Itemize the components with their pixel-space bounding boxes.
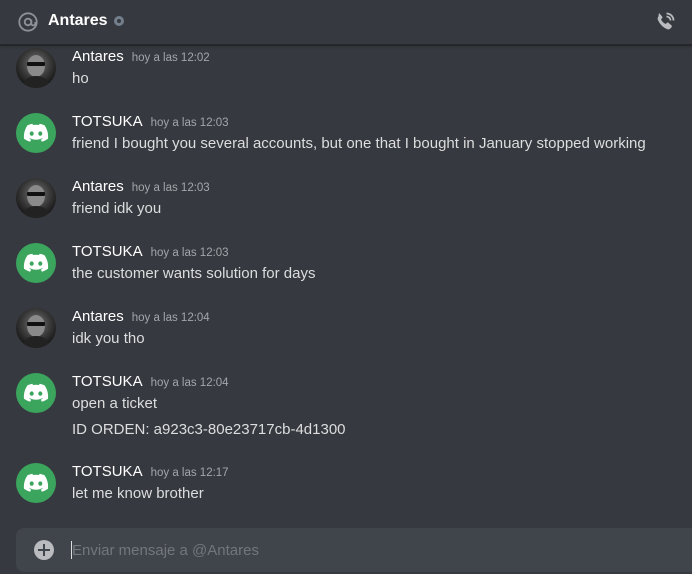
message-text: friend idk you [72,200,162,217]
message-timestamp: hoy a las 12:03 [150,247,229,259]
channel-header: Antares [0,0,692,45]
discord-logo-icon [23,473,49,492]
message-text: ho [72,70,89,87]
message-header: TOTSUKA hoy a las 12:03 [72,242,229,263]
discord-logo-icon [23,253,49,272]
message-timestamp: hoy a las 12:04 [150,377,229,389]
message-header: Antares hoy a las 12:03 [72,177,210,198]
message-header: TOTSUKA hoy a las 12:03 [72,112,229,133]
discord-logo-avatar[interactable] [16,373,56,413]
message-text: open a ticket [72,395,158,412]
author-name[interactable]: Antares [72,177,124,197]
message-timestamp: hoy a las 12:03 [131,182,210,194]
message-text: the customer wants solution for days [72,265,316,282]
author-name[interactable]: Antares [72,47,124,67]
user-photo-avatar[interactable] [16,48,56,88]
message-timestamp: hoy a las 12:03 [150,117,229,129]
author-name[interactable]: TOTSUKA [72,372,143,392]
dm-chat-window: Antares Antares hoy a las 12:02 ho TOTSU… [0,0,692,574]
author-name[interactable]: TOTSUKA [72,462,143,482]
message-timestamp: hoy a las 12:17 [150,467,229,479]
at-icon [18,12,38,32]
plus-circle-icon[interactable] [34,540,54,560]
author-name[interactable]: TOTSUKA [72,112,143,132]
author-name[interactable]: Antares [72,307,124,327]
message-text: ID ORDEN: a923c3-80e23717cb-4d1300 [72,421,346,438]
discord-logo-icon [23,123,49,142]
message-header: Antares hoy a las 12:04 [72,307,210,328]
message-text: idk you tho [72,330,145,347]
message-timestamp: hoy a las 12:04 [131,312,210,324]
message-timestamp: hoy a las 12:02 [131,52,210,64]
message-header: TOTSUKA hoy a las 12:17 [72,462,229,483]
discord-logo-avatar[interactable] [16,113,56,153]
channel-title: Antares [48,12,108,29]
discord-logo-avatar[interactable] [16,243,56,283]
discord-logo-avatar[interactable] [16,463,56,503]
user-photo-avatar[interactable] [16,308,56,348]
message-header: Antares hoy a las 12:02 [72,47,210,68]
message-list: Antares hoy a las 12:02 ho TOTSUKA hoy a… [0,45,692,525]
message-input[interactable] [72,528,672,572]
phone-call-icon[interactable] [653,10,677,34]
message-text: friend I bought you several accounts, bu… [72,135,646,152]
discord-logo-icon [23,383,49,402]
message-header: TOTSUKA hoy a las 12:04 [72,372,229,393]
user-photo-avatar[interactable] [16,178,56,218]
message-composer [16,528,692,572]
message-text: let me know brother [72,485,204,502]
author-name[interactable]: TOTSUKA [72,242,143,262]
status-offline-icon [114,16,124,26]
